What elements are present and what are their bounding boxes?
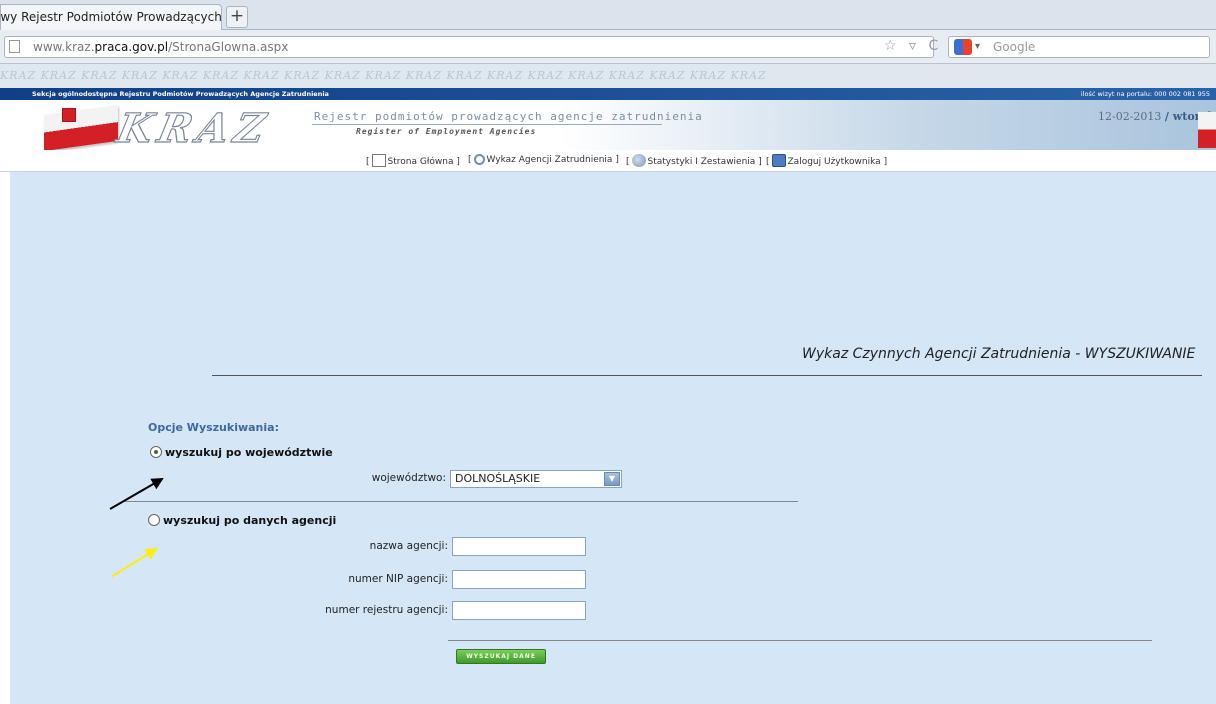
bracket: ]: [456, 157, 460, 167]
eagle-emblem-icon: [62, 108, 76, 122]
kraz-logo[interactable]: KRAZ: [112, 104, 275, 152]
agency-register-label: numer rejestru agencji:: [325, 604, 448, 616]
bracket: [: [366, 157, 370, 167]
page-icon: [371, 154, 386, 167]
agency-nip-input[interactable]: [452, 570, 586, 589]
pie-chart-icon: [631, 154, 646, 167]
menu-item-home[interactable]: [ Strona Główna ]: [366, 154, 460, 167]
agency-name-label: nazwa agencji:: [369, 540, 448, 552]
radio-agency-data-label[interactable]: wyszukuj po danych agencji: [163, 514, 336, 527]
agency-nip-label: numer NIP agencji:: [348, 573, 448, 585]
visit-counter: ilość wizyt na portalu: 000 002 081 955: [1080, 90, 1210, 98]
new-tab-button[interactable]: +: [226, 6, 248, 28]
button-divider: [448, 640, 1152, 641]
section-bar: Sekcja ogólnodostępna Rejestru Podmiotów…: [0, 88, 1216, 100]
voivodeship-selected: DOLNOŚLĄSKIE: [455, 472, 541, 485]
flag-right-icon: [1198, 112, 1216, 148]
register-title-en: Register of Employment Agencies: [356, 127, 537, 136]
date-value: 12-02-2013: [1098, 110, 1162, 123]
url-domain: praca.gov.pl: [94, 40, 169, 54]
agency-name-input[interactable]: [452, 537, 586, 556]
google-icon: [954, 39, 972, 55]
agency-register-input[interactable]: [452, 601, 586, 620]
address-bar[interactable]: www.kraz.praca.gov.pl/StronaGlowna.aspx: [4, 36, 934, 58]
url-path: /StronaGlowna.aspx: [168, 40, 289, 54]
menu-item-login[interactable]: [ Zaloguj Użytkownika ]: [766, 154, 887, 167]
polish-flag-icon: [44, 104, 118, 152]
bookmark-reload-icons[interactable]: ☆ ▿ C: [884, 38, 942, 54]
site-banner: KRAZ Rejestr podmiotów prowadzących agen…: [0, 100, 1216, 153]
title-divider: [212, 375, 1202, 376]
search-placeholder: Google: [993, 40, 1036, 54]
bracket: [: [766, 157, 770, 167]
page-title: Wykaz Czynnych Agencji Zatrudnienia - WY…: [802, 346, 1196, 362]
watermark-repeat: KRAZ KRAZ KRAZ KRAZ KRAZ KRAZ KRAZ KRAZ …: [40, 69, 767, 82]
main-content: Wykaz Czynnych Agencji Zatrudnienia - WY…: [10, 172, 1216, 704]
magnifier-icon: [473, 154, 485, 165]
voivodeship-label: województwo:: [371, 472, 446, 484]
bracket: [: [626, 157, 630, 167]
bracket: ]: [615, 155, 619, 165]
section-label: Sekcja ogólnodostępna Rejestru Podmiotów…: [32, 90, 329, 98]
banner-gradient: [560, 100, 1216, 150]
page-icon: [9, 40, 20, 53]
menu-item-label: Statystyki I Zestawienia: [647, 157, 756, 167]
watermark-text: KRAZ: [0, 69, 37, 82]
browser-tab-bar: owy Rejestr Podmiotów Prowadzących A... …: [0, 0, 1216, 30]
bracket: [: [468, 155, 472, 165]
radio-voivodeship[interactable]: [150, 446, 162, 458]
browser-tab-title: owy Rejestr Podmiotów Prowadzących A...: [0, 10, 222, 24]
menu-item-agencies[interactable]: [ Wykaz Agencji Zatrudnienia ]: [468, 154, 619, 165]
main-menu: [ Strona Główna ] [ Wykaz Agencji Zatrudni…: [0, 150, 1216, 172]
search-options-heading: Opcje Wyszukiwania:: [148, 421, 279, 434]
voivodeship-select[interactable]: DOLNOŚLĄSKIE ▼: [450, 470, 622, 488]
bracket: ]: [758, 157, 762, 167]
options-divider: [122, 501, 798, 502]
search-button[interactable]: WYSZUKAJ DANE: [456, 649, 546, 664]
search-box[interactable]: ▾ Google: [948, 36, 1210, 58]
menu-item-statistics[interactable]: [ Statystyki I Zestawienia ]: [626, 154, 762, 167]
watermark-strip: KRAZ KRAZ KRAZ KRAZ KRAZ KRAZ KRAZ KRAZ …: [0, 64, 1216, 88]
radio-voivodeship-label[interactable]: wyszukuj po województwie: [165, 446, 333, 459]
register-title-pl: Rejestr podmiotów prowadzących agencje z…: [314, 110, 703, 123]
url-prefix: www.kraz.: [33, 40, 95, 54]
chevron-down-icon[interactable]: ▾: [975, 37, 980, 57]
dropdown-arrow-icon[interactable]: ▼: [604, 472, 620, 486]
browser-tab[interactable]: owy Rejestr Podmiotów Prowadzących A...: [0, 4, 222, 30]
menu-item-label: Zaloguj Użytkownika: [787, 157, 881, 167]
bracket: ]: [883, 157, 888, 167]
menu-item-label: Wykaz Agencji Zatrudnienia: [486, 155, 613, 165]
register-divider: [312, 124, 662, 125]
browser-toolbar: www.kraz.praca.gov.pl/StronaGlowna.aspx …: [0, 30, 1216, 64]
login-icon: [771, 154, 786, 167]
radio-agency-data[interactable]: [148, 514, 160, 526]
menu-item-label: Strona Główna: [387, 157, 454, 167]
